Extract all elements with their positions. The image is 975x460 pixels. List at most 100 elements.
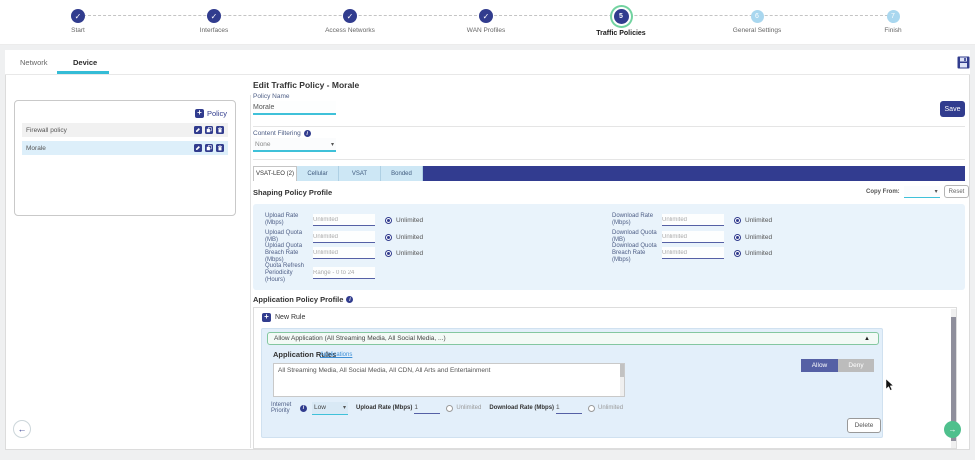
step-todo-circle[interactable]: 6 (751, 10, 764, 23)
new-rule-button[interactable]: + New Rule (262, 313, 305, 322)
tab-vsat-leo[interactable]: VSAT-LEO (2) (253, 166, 297, 181)
policy-list-panel: + Policy Firewall policy Morale (14, 100, 236, 216)
rule-header[interactable]: Allow Application (All Streaming Media, … (267, 332, 879, 345)
edit-icon[interactable] (194, 126, 202, 134)
info-icon[interactable]: i (346, 296, 353, 303)
page-title: Edit Traffic Policy - Morale (253, 80, 359, 90)
step-done-check-icon[interactable]: ✓ (343, 9, 357, 23)
content-filtering-value: None (253, 141, 331, 148)
rule-download-unlimited-radio[interactable] (588, 405, 595, 412)
upload-rate-label: Upload Rate (Mbps) (265, 213, 313, 227)
collapse-icon[interactable]: ▲ (864, 336, 878, 342)
allow-button[interactable]: Allow (801, 359, 838, 372)
quota-refresh-input[interactable] (313, 267, 375, 279)
step-todo-circle[interactable]: 7 (887, 10, 900, 23)
unlimited-label: Unlimited (598, 405, 623, 411)
next-button[interactable]: → (944, 421, 961, 438)
content-filtering-dropdown[interactable]: None ▾ (253, 138, 336, 152)
chevron-down-icon: ▾ (935, 188, 940, 195)
copy-icon[interactable] (205, 144, 213, 152)
save-button[interactable]: Save (940, 101, 965, 117)
tab-cellular[interactable]: Cellular (297, 166, 339, 181)
download-breach-unlimited-radio[interactable] (734, 250, 741, 257)
policy-row-firewall[interactable]: Firewall policy (22, 123, 228, 137)
save-disk-icon[interactable] (957, 56, 970, 69)
back-button[interactable]: ← (13, 420, 31, 438)
profile-tabbar: VSAT-LEO (2) Cellular VSAT Bonded (253, 166, 965, 181)
tab-device[interactable]: Device (73, 58, 97, 67)
copy-from-dropdown[interactable]: ▾ (904, 186, 940, 198)
download-quota-unlimited-radio[interactable] (734, 234, 741, 241)
policy-name-input[interactable] (253, 101, 336, 115)
application-heading: Application Policy Profile (253, 295, 343, 304)
download-breach-input[interactable] (662, 247, 724, 259)
delete-icon[interactable] (216, 144, 224, 152)
download-rate-label: Download Rate (Mbps) (612, 213, 662, 227)
add-policy-button[interactable]: + Policy (195, 109, 227, 118)
application-panel: + New Rule Allow Application (All Stream… (253, 307, 957, 449)
rule-settings-row: Internet Priority i Low ▾ Upload Rate (M… (271, 400, 623, 416)
step-start: ✓ Start (30, 0, 126, 34)
upload-breach-row: Upload Quota Breach Rate (Mbps) Unlimite… (265, 245, 423, 261)
check-icon: ✓ (483, 12, 490, 21)
policy-name: Morale (26, 145, 194, 152)
chevron-down-icon: ▾ (331, 141, 336, 148)
step-number: 5 (619, 13, 623, 20)
content-scrollbar-track[interactable] (250, 95, 251, 448)
content-filtering-label: Content Filtering (253, 130, 301, 137)
tab-network[interactable]: Network (20, 58, 48, 67)
wizard-stepper: ✓ Start ✓ Interfaces ✓ Access Networks ✓… (0, 0, 975, 45)
textarea-scrollbar[interactable] (620, 364, 624, 396)
upload-rate-input[interactable] (313, 214, 375, 226)
unlimited-label: Unlimited (745, 250, 772, 257)
applications-link[interactable]: Applications (320, 352, 352, 358)
textarea-scrollbar-thumb[interactable] (620, 364, 624, 377)
priority-dropdown[interactable]: Low ▾ (312, 402, 348, 415)
info-icon[interactable]: i (304, 130, 311, 137)
copy-icon[interactable] (205, 126, 213, 134)
download-rate-unlimited-radio[interactable] (734, 217, 741, 224)
upload-rate-unlimited-radio[interactable] (385, 217, 392, 224)
step-label: General Settings (733, 27, 781, 34)
copy-from-row: Copy From: ▾ Reset (866, 185, 969, 198)
add-policy-label: Policy (207, 109, 227, 118)
back-arrow-icon: ← (18, 424, 27, 434)
download-breach-row: Download Quota Breach Rate (Mbps) Unlimi… (612, 245, 772, 261)
upload-breach-input[interactable] (313, 247, 375, 259)
upload-quota-unlimited-radio[interactable] (385, 234, 392, 241)
step-general-settings: 6 General Settings (709, 0, 805, 34)
reset-button[interactable]: Reset (944, 185, 970, 198)
step-done-check-icon[interactable]: ✓ (71, 9, 85, 23)
step-wan-profiles: ✓ WAN Profiles (438, 0, 534, 34)
tab-vsat[interactable]: VSAT (339, 166, 381, 181)
step-done-check-icon[interactable]: ✓ (479, 9, 493, 23)
step-label: Interfaces (200, 27, 229, 34)
unlimited-label: Unlimited (745, 234, 772, 241)
delete-rule-button[interactable]: Delete (847, 418, 881, 433)
application-rules-textarea[interactable]: All Streaming Media, All Social Media, A… (273, 363, 625, 397)
rule-upload-unlimited-radio[interactable] (446, 405, 453, 412)
tab-bonded[interactable]: Bonded (381, 166, 423, 181)
policy-row-morale[interactable]: Morale (22, 141, 228, 155)
edit-icon[interactable] (194, 144, 202, 152)
upload-quota-input[interactable] (313, 231, 375, 243)
step-label: Traffic Policies (596, 30, 645, 37)
active-tab-underline (57, 71, 109, 74)
rule-upload-rate-input[interactable] (414, 403, 440, 414)
delete-icon[interactable] (216, 126, 224, 134)
step-access-networks: ✓ Access Networks (302, 0, 398, 34)
deny-button[interactable]: Deny (838, 359, 874, 372)
upload-breach-unlimited-radio[interactable] (385, 250, 392, 257)
step-traffic-policies: 5 Traffic Policies (573, 0, 669, 37)
step-active-circle[interactable]: 5 (614, 9, 629, 24)
quota-refresh-label: Quota Refresh Periodicity (Hours) (265, 263, 313, 284)
download-quota-input[interactable] (662, 231, 724, 243)
unlimited-label: Unlimited (456, 405, 481, 411)
step-finish: 7 Finish (845, 0, 941, 34)
check-icon: ✓ (347, 12, 354, 21)
info-icon[interactable]: i (300, 405, 307, 412)
download-rate-input[interactable] (662, 214, 724, 226)
rule-download-rate-input[interactable] (556, 403, 582, 414)
step-number: 6 (755, 13, 759, 20)
step-done-check-icon[interactable]: ✓ (207, 9, 221, 23)
